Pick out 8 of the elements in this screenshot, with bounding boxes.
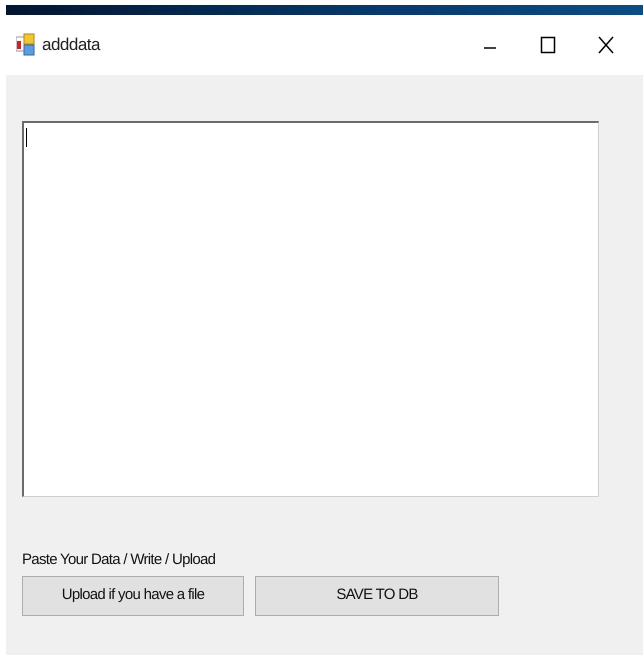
- instruction-label: Paste Your Data / Write / Upload: [22, 551, 216, 568]
- save-button[interactable]: SAVE TO DB: [255, 576, 499, 616]
- upload-button[interactable]: Upload if you have a file: [22, 576, 244, 616]
- app-icon: [16, 33, 36, 57]
- close-icon: [598, 36, 614, 54]
- maximize-icon: [540, 36, 556, 54]
- window-title: adddata: [42, 34, 100, 56]
- minimize-icon: [483, 47, 497, 49]
